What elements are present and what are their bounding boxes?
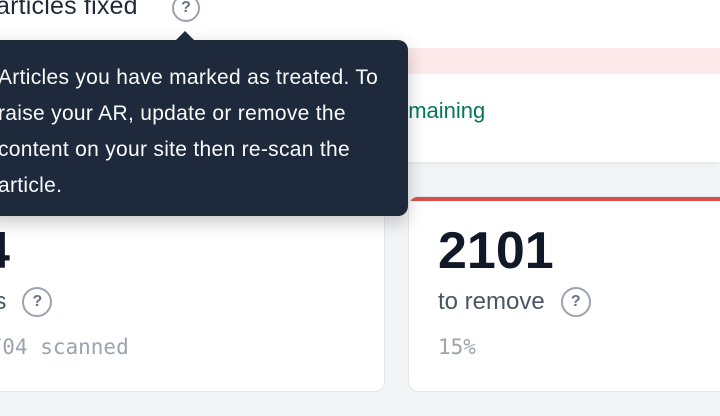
scanned-count: 3704 scanned: [0, 335, 129, 359]
to-remove-label-row: to remove ?: [438, 287, 591, 317]
tooltip-text: Articles you have marked as treated. To …: [0, 66, 379, 197]
articles-label-row: es ?: [0, 287, 53, 317]
to-remove-label: to remove: [438, 288, 545, 315]
articles-label: es: [0, 288, 6, 316]
help-icon[interactable]: ?: [560, 287, 591, 317]
to-remove-count: 2101: [438, 222, 554, 280]
remaining-label: emaining: [396, 98, 486, 123]
help-icon[interactable]: ?: [172, 0, 200, 22]
section-title-text: articles fixed: [0, 0, 138, 20]
to-remove-card: 2101 to remove ? 15%: [408, 196, 720, 392]
help-icon[interactable]: ?: [22, 287, 53, 317]
articles-count: 4: [0, 221, 10, 281]
to-remove-percent: 15%: [438, 335, 476, 359]
articles-card: 4 es ? 3704 scanned: [0, 196, 385, 392]
help-tooltip: Articles you have marked as treated. To …: [0, 31, 408, 216]
section-title: articles fixed: [0, 0, 138, 21]
